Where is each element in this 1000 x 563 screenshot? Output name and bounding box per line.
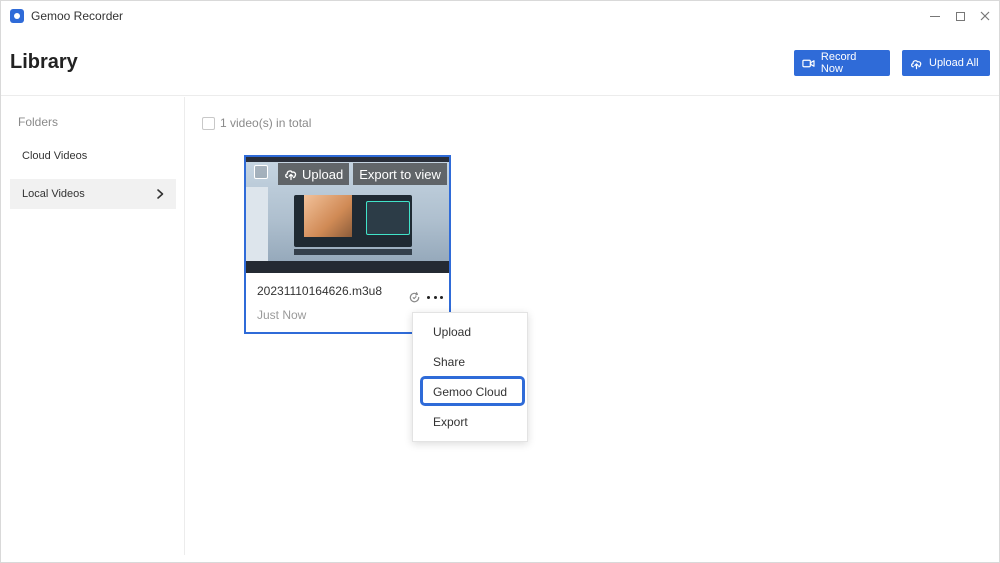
select-all-checkbox[interactable] — [202, 116, 215, 130]
thumbnail-upload-label: Upload — [302, 166, 344, 182]
cloud-upload-icon — [911, 59, 922, 69]
more-options-icon[interactable] — [427, 290, 443, 304]
menu-item-upload[interactable]: Upload — [413, 319, 527, 345]
app-window: Gemoo Recorder Library Record Now Upload… — [0, 0, 1000, 563]
chevron-right-icon — [157, 189, 164, 199]
video-timestamp: Just Now — [257, 308, 307, 322]
menu-item-share[interactable]: Share — [413, 349, 527, 375]
sync-status-icon[interactable] — [408, 291, 421, 304]
upload-all-label: Upload All — [929, 57, 979, 69]
sidebar-item-label: Local Videos — [22, 188, 85, 200]
maximize-icon[interactable] — [951, 7, 969, 25]
video-select-checkbox[interactable] — [254, 165, 268, 179]
record-now-button[interactable]: Record Now — [794, 50, 890, 76]
library-header: Library Record Now Upload All — [1, 31, 999, 96]
video-file-name: 20231110164626.m3u8 — [257, 284, 383, 298]
close-icon[interactable] — [976, 7, 994, 25]
record-now-label: Record Now — [820, 51, 857, 75]
video-card[interactable]: Upload Export to view 20231110164626.m3u… — [244, 155, 451, 334]
folders-label: Folders — [18, 115, 59, 129]
sidebar: Folders Cloud Videos Local Videos — [1, 97, 185, 555]
app-logo-icon — [10, 9, 24, 23]
upload-all-button[interactable]: Upload All — [902, 50, 990, 76]
app-title: Gemoo Recorder — [31, 9, 124, 23]
cloud-upload-icon — [285, 170, 297, 181]
menu-item-gemoo-cloud[interactable]: Gemoo Cloud — [413, 379, 527, 405]
video-count-text: 1 video(s) in total — [220, 116, 312, 130]
select-all-row: 1 video(s) in total — [202, 116, 311, 130]
video-context-menu: Upload Share Gemoo Cloud Export — [412, 312, 528, 442]
minimize-icon[interactable] — [926, 7, 944, 25]
video-camera-icon — [802, 59, 815, 67]
sidebar-item-label: Cloud Videos — [22, 150, 88, 162]
sidebar-item-cloud-videos[interactable]: Cloud Videos — [10, 141, 176, 171]
export-to-view-label: Export to view — [359, 166, 441, 182]
title-bar: Gemoo Recorder — [1, 1, 999, 31]
thumbnail-actions: Upload Export to view — [278, 163, 447, 185]
sidebar-item-local-videos[interactable]: Local Videos — [10, 179, 176, 209]
export-to-view-button[interactable]: Export to view — [353, 163, 447, 185]
thumbnail-upload-button[interactable]: Upload — [278, 163, 350, 185]
menu-item-export[interactable]: Export — [413, 409, 527, 435]
library-main: 1 video(s) in total Upload Export to vie… — [186, 97, 999, 555]
page-title: Library — [10, 51, 78, 73]
video-thumbnail[interactable]: Upload Export to view — [246, 157, 449, 273]
